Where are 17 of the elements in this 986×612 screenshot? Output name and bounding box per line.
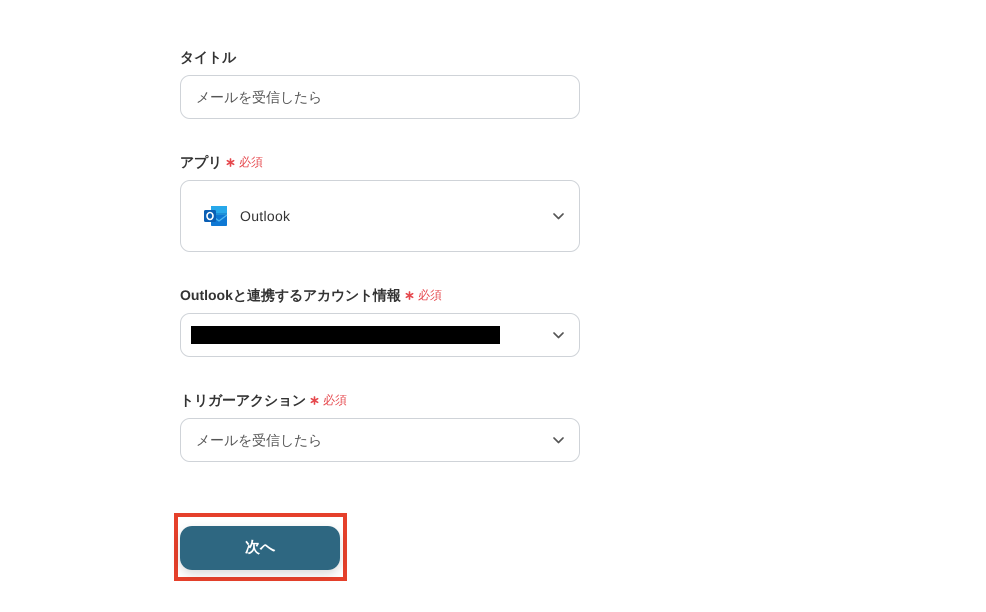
required-label: 必須	[418, 287, 442, 304]
field-label: アプリ	[180, 152, 222, 172]
app-name: Outlook	[240, 206, 290, 226]
field-label: タイトル	[180, 48, 236, 66]
required-label: 必須	[239, 154, 263, 171]
chevron-down-icon	[553, 212, 564, 220]
mail-app-icon	[203, 205, 228, 227]
title-input-field[interactable]: メールを受信したら	[180, 75, 580, 119]
select-field[interactable]	[180, 313, 580, 357]
select-field[interactable]: メールを受信したら	[180, 418, 580, 462]
app-select[interactable]: Outlook	[180, 180, 580, 252]
next-button[interactable]: 次へ	[180, 526, 340, 570]
required-label: 必須	[323, 392, 347, 409]
field-label: Outlookと連携するアカウント情報	[180, 286, 401, 305]
field-label: トリガーアクション	[180, 390, 306, 410]
chevron-down-icon	[553, 332, 564, 338]
chevron-down-icon	[553, 436, 564, 444]
